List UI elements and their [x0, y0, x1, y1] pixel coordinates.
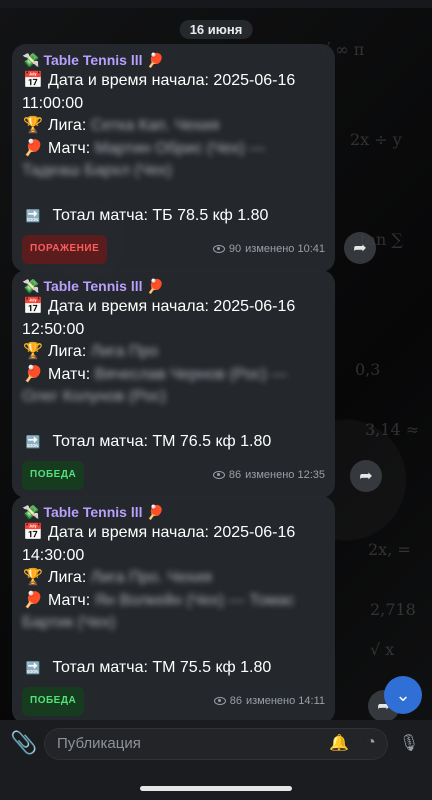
message-title: 💸 Table Tennis lll 🏓 — [22, 50, 325, 70]
views-count: 90 — [228, 243, 242, 255]
message-meta: 86 изменено 12:35 — [212, 464, 325, 487]
channel-name: Table Tennis lll — [43, 52, 143, 68]
league-label: Лига: — [48, 343, 87, 360]
result-badge: ПОБЕДА — [22, 461, 85, 490]
money-icon: 💸 — [22, 278, 40, 294]
date-separator: 16 июня — [179, 20, 253, 39]
attach-icon[interactable]: 📎 — [10, 730, 37, 756]
match-label: Матч: — [48, 365, 91, 383]
message-title: 💸 Table Tennis lll 🏓 — [22, 276, 325, 296]
calendar-icon: 📅 — [23, 72, 43, 89]
edited-time: изменено 12:35 — [245, 469, 325, 481]
message-bubble[interactable]: 💸 Table Tennis lll 🏓 📅 Дата и время начал… — [12, 496, 335, 724]
share-button[interactable]: ➦ — [350, 460, 382, 492]
views-icon — [212, 471, 225, 480]
league-label: Лига: — [48, 117, 87, 134]
start-label: Дата и время начала: — [48, 524, 209, 541]
soon-arrow-icon: 🔜 — [25, 660, 41, 675]
microphone-icon[interactable]: 🎙 — [398, 732, 420, 754]
share-button[interactable]: ➦ — [344, 232, 376, 264]
timer-icon[interactable]: ◔ — [360, 732, 382, 754]
result-badge: ПОБЕДА — [22, 687, 85, 716]
start-label: Дата и время начала: — [48, 298, 209, 315]
message-title: 💸 Table Tennis lll 🏓 — [22, 502, 325, 522]
league-label: Лига: — [48, 569, 87, 586]
total-text: Тотал матча: ТБ 78.5 кф 1.80 — [52, 206, 269, 224]
start-time: 11:00:00 — [22, 94, 84, 112]
trophy-icon: 🏆 — [23, 343, 43, 360]
ping-pong-icon: 🏓 — [23, 365, 43, 383]
start-date: 2025-06-16 — [213, 298, 296, 315]
league-value: Сетка Кап. Чехия — [90, 117, 220, 134]
edited-time: изменено 14:11 — [245, 695, 325, 707]
message-bubble[interactable]: 💸 Table Tennis lll 🏓 📅 Дата и время начал… — [12, 44, 335, 272]
message-meta: 90 изменено 10:41 — [212, 238, 325, 261]
money-icon: 💸 — [22, 52, 40, 68]
start-time: 14:30:00 — [22, 546, 85, 564]
bell-icon[interactable]: 🔔 — [328, 732, 350, 754]
trophy-icon: 🏆 — [23, 569, 43, 586]
message-footer: ПОРАЖЕНИЕ 90 изменено 10:41 — [22, 235, 325, 264]
edited-time: изменено 10:41 — [245, 243, 325, 255]
top-strip — [0, 0, 432, 8]
match-label: Матч: — [48, 591, 91, 609]
calendar-icon: 📅 — [23, 298, 43, 315]
money-icon: 💸 — [22, 504, 40, 520]
total-text: Тотал матча: ТМ 76.5 кф 1.80 — [52, 432, 272, 450]
views-count: 86 — [228, 469, 242, 481]
start-label: Дата и время начала: — [48, 72, 209, 89]
views-icon — [212, 245, 225, 254]
ping-pong-icon: 🏓 — [23, 139, 43, 157]
message-footer: ПОБЕДА 86 изменено 14:11 — [22, 687, 325, 716]
message-footer: ПОБЕДА 86 изменено 12:35 — [22, 461, 325, 490]
scroll-down-button[interactable]: ⌄ — [384, 676, 422, 714]
league-value: Лига Про. Чехия — [90, 569, 212, 586]
channel-name: Table Tennis lll — [43, 504, 143, 520]
calendar-icon: 📅 — [23, 524, 43, 541]
ping-pong-icon: 🏓 — [146, 52, 164, 68]
league-value: Лига Про — [90, 343, 159, 360]
soon-arrow-icon: 🔜 — [25, 434, 41, 449]
ping-pong-icon: 🏓 — [23, 591, 43, 609]
views-count: 86 — [229, 695, 242, 707]
views-icon — [213, 697, 226, 706]
home-indicator — [140, 786, 292, 791]
trophy-icon: 🏆 — [23, 117, 43, 134]
match-label: Матч: — [48, 139, 91, 157]
total-text: Тотал матча: ТМ 75.5 кф 1.80 — [52, 658, 272, 676]
result-badge: ПОРАЖЕНИЕ — [22, 235, 108, 264]
message-bubble[interactable]: 💸 Table Tennis lll 🏓 📅 Дата и время начал… — [12, 270, 335, 498]
start-date: 2025-06-16 — [213, 524, 296, 541]
chevron-down-icon: ⌄ — [395, 684, 411, 705]
soon-arrow-icon: 🔜 — [25, 208, 41, 223]
ping-pong-icon: 🏓 — [146, 504, 164, 520]
ping-pong-icon: 🏓 — [146, 278, 164, 294]
message-meta: 86 изменено 14:11 — [213, 690, 325, 713]
start-date: 2025-06-16 — [213, 72, 296, 89]
start-time: 12:50:00 — [22, 320, 85, 338]
channel-name: Table Tennis lll — [43, 278, 143, 294]
